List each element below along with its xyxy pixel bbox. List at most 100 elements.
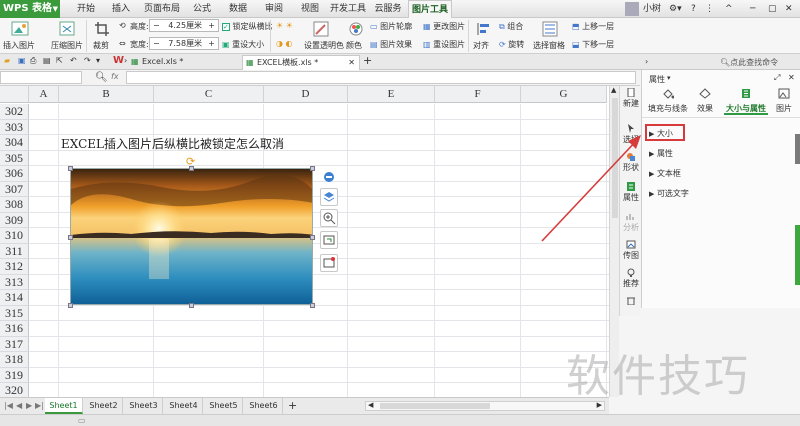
column-header[interactable]: G	[521, 86, 607, 103]
brightness-icon[interactable]: ☀ ☀	[276, 21, 293, 30]
tab-developer[interactable]: 开发工具	[328, 0, 368, 18]
row-header[interactable]: 319	[0, 367, 29, 383]
sheet-tab-2[interactable]: Sheet2	[85, 398, 123, 414]
change-picture-button[interactable]: ▦ 更改图片	[423, 21, 465, 32]
row-header[interactable]: 304	[0, 135, 29, 151]
row-header[interactable]: 315	[0, 305, 29, 321]
reset-size-button[interactable]: ▣ 重设大小	[222, 39, 264, 50]
restore-icon[interactable]: ▢	[768, 0, 777, 18]
layout-options-button[interactable]	[320, 188, 338, 206]
wps-home-icon[interactable]: W	[113, 55, 124, 66]
row-header[interactable]: 314	[0, 290, 29, 306]
rotate-left-icon[interactable]: ⟲	[119, 21, 126, 30]
picture-to-text-button[interactable]	[320, 254, 338, 272]
sheet-tab-1[interactable]: Sheet1	[45, 398, 83, 414]
row-header[interactable]: 318	[0, 352, 29, 368]
pane-edge-handle[interactable]	[795, 134, 800, 164]
row-header[interactable]: 317	[0, 336, 29, 352]
selection-pane-icon[interactable]	[542, 21, 558, 37]
height-plus[interactable]: +	[208, 20, 215, 31]
row-header[interactable]: 308	[0, 197, 29, 213]
selection-pane-button[interactable]: 选择窗格	[533, 40, 565, 51]
redo-icon[interactable]: ↷	[84, 56, 91, 65]
preview-icon[interactable]: ▤	[43, 56, 51, 65]
contrast-icon[interactable]: ◑ ◐	[276, 39, 293, 48]
compress-picture-button[interactable]: 压缩图片	[51, 40, 83, 51]
fx-icon[interactable]: fx	[111, 72, 119, 81]
sheet-tab-3[interactable]: Sheet3	[125, 398, 163, 414]
flip-icon[interactable]: ⇔	[119, 39, 126, 48]
new-tab-icon[interactable]: +	[363, 54, 372, 67]
resize-handle-nw[interactable]	[68, 166, 73, 171]
row-header[interactable]: 320	[0, 383, 29, 397]
pane-tab-effects[interactable]: 效果	[692, 88, 718, 114]
help-icon[interactable]: ?	[691, 0, 696, 18]
scroll-left-icon[interactable]: ◀	[368, 401, 373, 409]
undo-icon[interactable]: ↶	[70, 56, 77, 65]
color-icon[interactable]	[348, 21, 364, 37]
row-header[interactable]: 303	[0, 119, 29, 135]
print-icon[interactable]: ⎙	[30, 56, 36, 66]
last-sheet-icon[interactable]: ▶|	[35, 401, 44, 410]
side-recommend-button[interactable]: 推荐	[620, 268, 642, 289]
row-header[interactable]: 309	[0, 212, 29, 228]
pane-title-dropdown-icon[interactable]: ▾	[667, 74, 671, 82]
compress-picture-icon[interactable]	[58, 21, 76, 37]
lock-ratio-checkbox[interactable]: ✓ 锁定纵横比	[222, 21, 273, 32]
pane-tab-size-properties[interactable]: 大小与属性	[722, 88, 770, 114]
save-icon[interactable]: ▣	[18, 56, 26, 65]
resize-handle-ne[interactable]	[310, 166, 315, 171]
close-tab-icon[interactable]: ✕	[348, 56, 355, 70]
resize-handle-se[interactable]	[310, 303, 315, 308]
row-header[interactable]: 305	[0, 150, 29, 166]
first-sheet-icon[interactable]: |◀	[4, 401, 13, 410]
picture-effect-button[interactable]: ▤ 图片效果	[370, 39, 412, 50]
formula-input[interactable]	[126, 71, 636, 84]
column-header[interactable]: E	[348, 86, 435, 103]
section-textbox[interactable]: ▶ 文本框	[649, 168, 681, 179]
column-header[interactable]: F	[435, 86, 521, 103]
resize-handle-w[interactable]	[68, 235, 73, 240]
section-alt-text[interactable]: ▶ 可选文字	[649, 188, 689, 199]
height-field[interactable]: − 4.25厘米 +	[149, 19, 219, 32]
avatar[interactable]	[625, 2, 639, 16]
tab-picture-tools[interactable]: 图片工具	[408, 0, 452, 18]
set-transparent-icon[interactable]	[313, 21, 329, 37]
resize-handle-e[interactable]	[310, 235, 315, 240]
doc-tab-excel-horizontal[interactable]: ▦ EXCEL横板.xls * ✕	[242, 55, 360, 70]
tab-insert[interactable]: 插入	[105, 0, 137, 18]
user-name[interactable]: 小树	[643, 0, 661, 18]
section-size[interactable]: ▶ 大小	[649, 128, 673, 139]
align-button[interactable]: 对齐	[473, 40, 489, 51]
sheet-grid[interactable]: A B C D E F G 302 303 304 305 306 307 308 309 31…	[0, 86, 609, 397]
close-icon[interactable]: ✕	[785, 0, 793, 18]
export-icon[interactable]: ⇱	[56, 56, 63, 65]
column-header[interactable]: A	[29, 86, 59, 103]
row-header[interactable]: 316	[0, 321, 29, 337]
picture-outline-button[interactable]: ▭ 图片轮廓	[370, 21, 412, 32]
sheet-tab-4[interactable]: Sheet4	[165, 398, 203, 414]
crop-picture-button[interactable]	[320, 231, 338, 249]
row-header[interactable]: 310	[0, 228, 29, 244]
open-folder-icon[interactable]: ▰	[4, 56, 10, 65]
insert-picture-icon[interactable]	[11, 21, 29, 37]
cell-b304-text[interactable]: EXCEL插入图片后纵横比被锁定怎么取消	[61, 135, 284, 152]
next-sheet-icon[interactable]: ▶	[26, 401, 32, 410]
tab-home[interactable]: 开始	[70, 0, 102, 18]
side-more-button[interactable]	[620, 296, 642, 306]
tab-view[interactable]: 视图	[294, 0, 326, 18]
collapse-pane-arrow-icon[interactable]: ›	[645, 57, 648, 66]
minimize-icon[interactable]: ─	[750, 0, 755, 18]
name-box[interactable]	[0, 71, 82, 84]
column-header[interactable]: B	[59, 86, 154, 103]
width-plus[interactable]: +	[208, 38, 215, 49]
set-transparent-button[interactable]: 设置透明色	[304, 40, 344, 51]
scroll-up-icon[interactable]: ▲	[611, 86, 616, 94]
pane-tab-picture[interactable]: 图片	[773, 88, 795, 114]
reset-picture-button[interactable]: ▥ 重设图片	[423, 39, 465, 50]
pane-pin-icon[interactable]: ⤢	[774, 73, 780, 83]
collapse-ribbon-icon[interactable]: ^	[725, 0, 733, 18]
zoom-in-button[interactable]	[320, 209, 338, 227]
tab-page-layout[interactable]: 页面布局	[140, 0, 184, 18]
doc-tab-excel[interactable]: ▦ Excel.xls *	[128, 55, 238, 70]
